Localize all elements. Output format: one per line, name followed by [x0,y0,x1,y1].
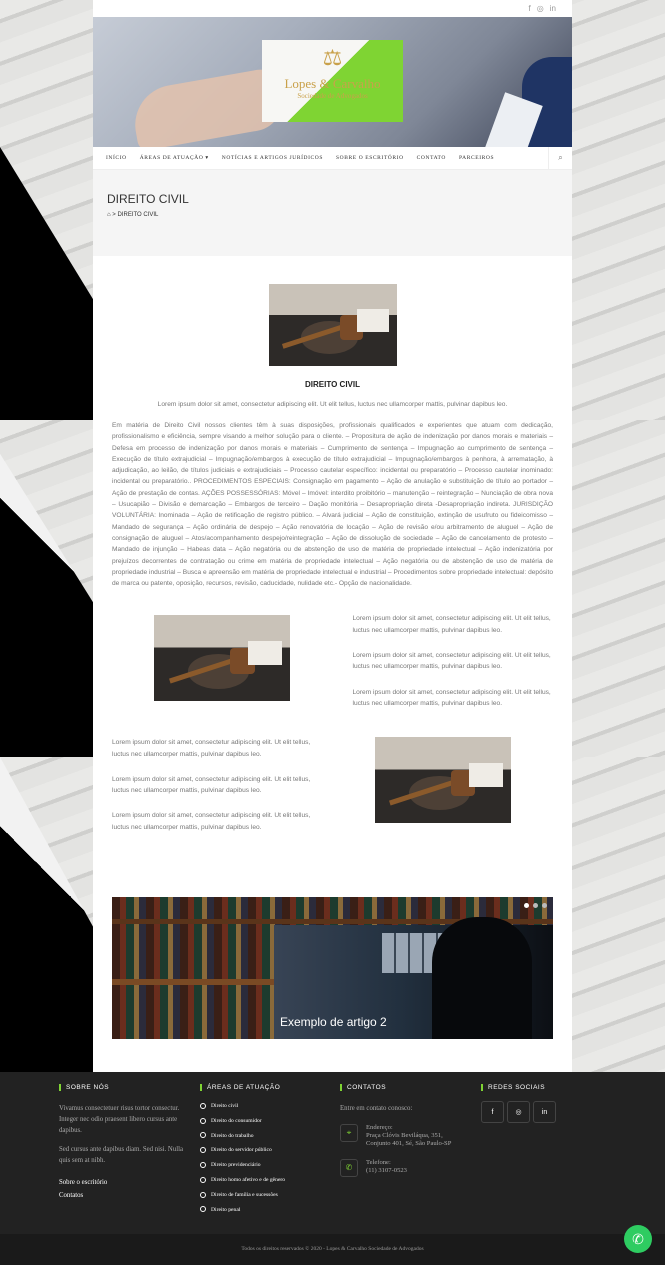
area-link[interactable]: Direito civil [200,1099,330,1114]
whatsapp-icon[interactable]: ✆ [624,1225,652,1253]
slider-dots [524,903,547,909]
page-title-bar: DIREITO CIVIL ⌂ > DIREITO CIVIL [93,170,572,256]
linkedin-icon[interactable]: in [550,4,556,13]
nav-item-contato[interactable]: CONTATO [417,155,446,161]
slide-caption[interactable]: Exemplo de artigo 2 [280,1015,387,1029]
gavel-image [154,615,291,702]
area-link[interactable]: Direito de família e sucessões [200,1188,330,1203]
area-link[interactable]: Direito homo afetivo e de gênero [200,1173,330,1188]
area-link[interactable]: Direito do consumidor [200,1114,330,1129]
gavel-image [374,737,511,824]
header-hero: ⚖ Lopes & Carvalho Sociedade de Advogado… [93,17,572,147]
phone-icon: ✆ [340,1158,358,1177]
phone-number[interactable]: (11) 3107-0523 [366,1167,407,1175]
slider-dot[interactable] [542,903,547,909]
text-block: Lorem ipsum dolor sit amet, consectetur … [112,739,311,758]
text-block: Lorem ipsum dolor sit amet, consectetur … [352,652,551,671]
scales-icon: ⚖ [322,45,343,70]
area-link[interactable]: Direito do trabalho [200,1129,330,1144]
breadcrumb-separator: > [112,212,116,218]
logo-tagline: Sociedade de Advogados [297,92,368,100]
gavel-image [268,284,397,366]
footer-link-contatos[interactable]: Contatos [59,1189,184,1202]
text-block: Lorem ipsum dolor sit amet, consectetur … [352,615,551,634]
nav-item-areas[interactable]: ÁREAS DE ATUAÇÃO ▾ [140,155,209,161]
footer-heading: SOBRE NÓS [59,1084,184,1091]
nav-item-parceiros[interactable]: PARCEIROS [459,155,494,161]
article-content: DIREITO CIVIL Lorem ipsum dolor sit amet… [93,284,572,1040]
location-pin-icon: ⌖ [340,1124,358,1142]
nav-item-noticias[interactable]: NOTÍCIAS E ARTIGOS JURÍDICOS [222,155,323,161]
area-link[interactable]: Direito do servidor público [200,1143,330,1158]
contact-phone: ✆ Telefone: (11) 3107-0523 [340,1158,475,1177]
footer-about-text: Sed cursus ante dapibus diam. Sed nisi. … [59,1146,184,1164]
breadcrumb-current: DIREITO CIVIL [117,212,159,218]
footer-link-sobre[interactable]: Sobre o escritório [59,1176,184,1189]
logo-name: Lopes & Carvalho [284,76,381,91]
areas-list: Direito civil Direito do consumidor Dire… [200,1099,330,1217]
contact-address: ⌖ Endereço: Praça Clóvis Beviláqua, 351,… [340,1124,475,1149]
main-nav: INÍCIO ÁREAS DE ATUAÇÃO ▾ NOTÍCIAS E ART… [93,146,572,170]
copyright-bar: Todos os direitos reservados © 2020 - Lo… [0,1234,665,1265]
article-lead: Lorem ipsum dolor sit amet, consectetur … [157,401,508,408]
content-row-2: Lorem ipsum dolor sit amet, consectetur … [112,737,553,847]
instagram-icon[interactable]: ◎ [507,1101,530,1123]
home-icon[interactable]: ⌂ [107,212,111,218]
article-slider[interactable]: Exemplo de artigo 2 [112,897,553,1040]
slider-dot[interactable] [524,903,529,909]
footer-heading: REDES SOCIAIS [481,1084,581,1091]
article-title: DIREITO CIVIL [305,380,360,389]
top-bar: f ◎ in [93,0,572,17]
footer-areas: ÁREAS DE ATUAÇÃO Direito civil Direito d… [200,1084,330,1217]
nav-item-inicio[interactable]: INÍCIO [106,155,127,161]
site-logo[interactable]: ⚖ Lopes & Carvalho Sociedade de Advogado… [262,40,403,122]
instagram-icon[interactable]: ◎ [537,4,544,13]
text-block: Lorem ipsum dolor sit amet, consectetur … [112,775,311,795]
article-body: Em matéria de Direito Civil nossos clien… [112,422,553,588]
facebook-icon[interactable]: f [481,1101,504,1123]
nav-item-sobre[interactable]: SOBRE O ESCRITÓRIO [336,155,404,161]
area-link[interactable]: Direito previdenciário [200,1158,330,1173]
footer-heading: CONTATOS [340,1084,475,1091]
footer-contacts: CONTATOS Entre em contato conosco: ⌖ End… [340,1084,475,1177]
area-link[interactable]: Direito penal [200,1203,330,1218]
content-row-1: Lorem ipsum dolor sit amet, consectetur … [112,613,553,723]
page-container: f ◎ in ⚖ Lopes & Carvalho Sociedade de A… [93,0,572,1072]
text-block: Lorem ipsum dolor sit amet, consectetur … [352,688,551,707]
facebook-icon[interactable]: f [529,4,531,13]
slider-dot[interactable] [533,903,538,909]
contact-intro: Entre em contato conosco: [340,1105,413,1112]
linkedin-icon[interactable]: in [533,1101,556,1123]
text-block: Lorem ipsum dolor sit amet, consectetur … [112,812,311,831]
footer-about: SOBRE NÓS Vivamus consectetuer risus tor… [59,1084,184,1202]
search-icon[interactable]: ⌕ [548,146,572,170]
footer-social: REDES SOCIAIS f ◎ in [481,1084,581,1123]
site-footer: SOBRE NÓS Vivamus consectetuer risus tor… [0,1072,665,1234]
page-title: DIREITO CIVIL [107,192,189,206]
footer-about-text: Vivamus consectetuer risus tortor consec… [59,1105,180,1134]
footer-heading: ÁREAS DE ATUAÇÃO [200,1084,330,1091]
breadcrumb: ⌂ > DIREITO CIVIL [107,212,558,218]
